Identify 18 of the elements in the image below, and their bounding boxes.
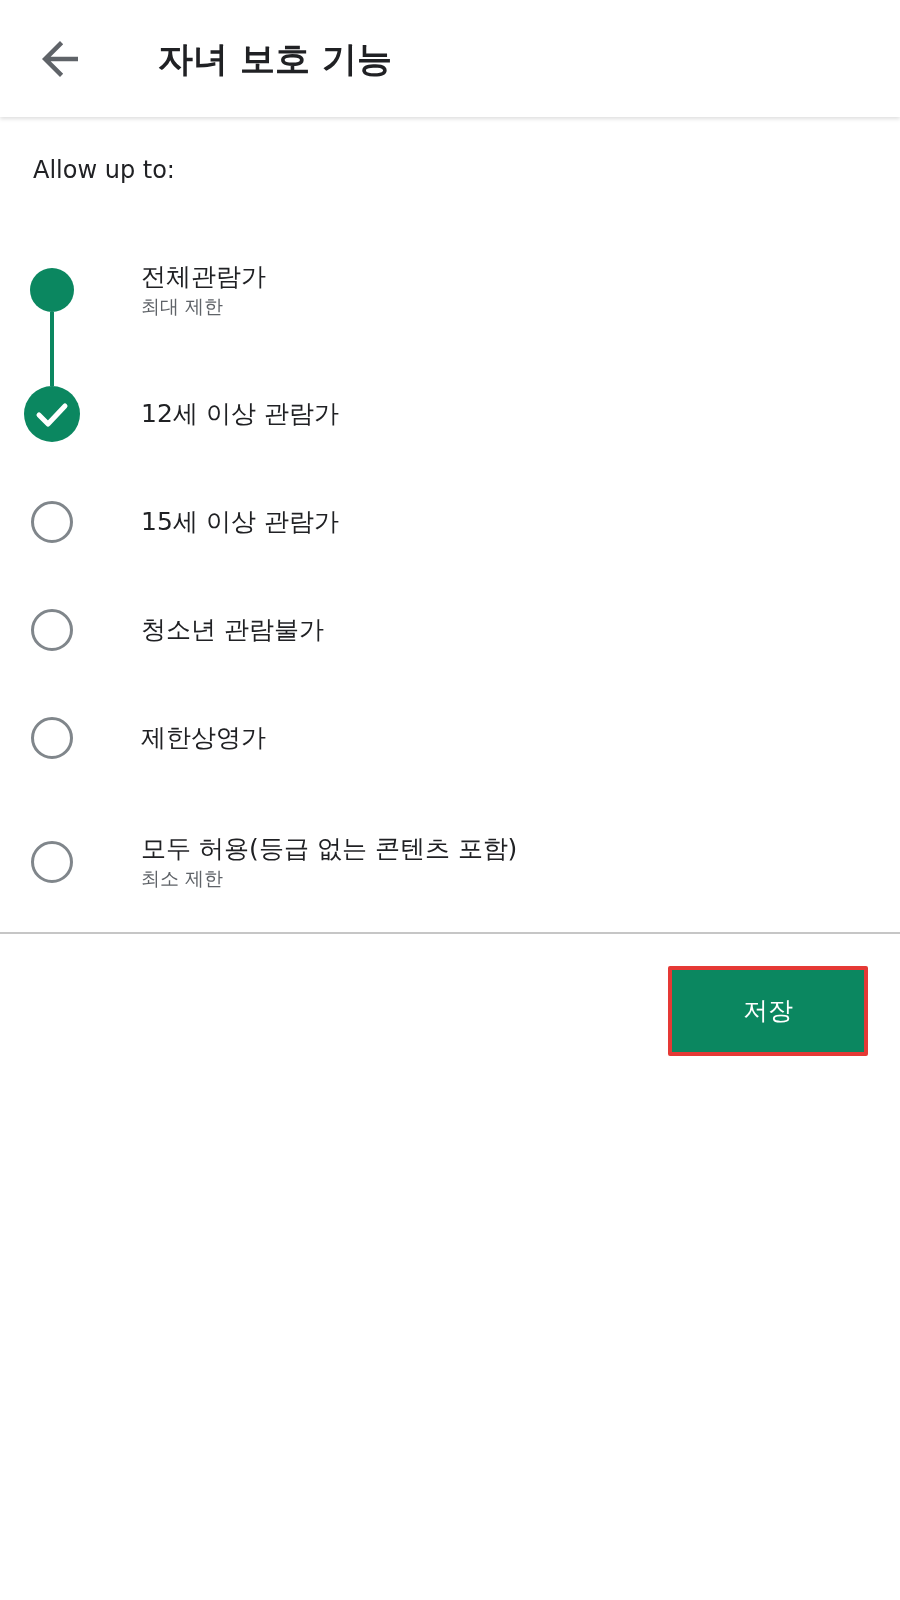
- rating-option-label[interactable]: 제한상영가: [141, 722, 266, 754]
- rating-option-label[interactable]: 청소년 관람불가: [141, 614, 324, 646]
- radio-button[interactable]: [31, 717, 73, 759]
- radio-button[interactable]: [31, 609, 73, 651]
- rating-option-label[interactable]: 15세 이상 관람가: [141, 506, 339, 538]
- radio-button[interactable]: [31, 501, 73, 543]
- back-icon[interactable]: [40, 38, 80, 79]
- filled-radio-icon[interactable]: [30, 268, 74, 312]
- save-button[interactable]: 저장: [668, 966, 868, 1056]
- checked-radio-icon[interactable]: [24, 386, 80, 442]
- rating-option-label[interactable]: 모두 허용(등급 없는 콘텐츠 포함): [141, 833, 518, 865]
- rating-option-subtitle: 최소 제한: [141, 866, 225, 891]
- allow-up-to-label: Allow up to:: [33, 155, 175, 185]
- page-title: 자녀 보호 기능: [158, 37, 393, 80]
- rating-option-label[interactable]: 12세 이상 관람가: [141, 398, 339, 430]
- radio-button[interactable]: [31, 841, 73, 883]
- rating-option-label[interactable]: 전체관람가: [141, 261, 266, 293]
- rating-option-subtitle: 최대 제한: [141, 294, 225, 319]
